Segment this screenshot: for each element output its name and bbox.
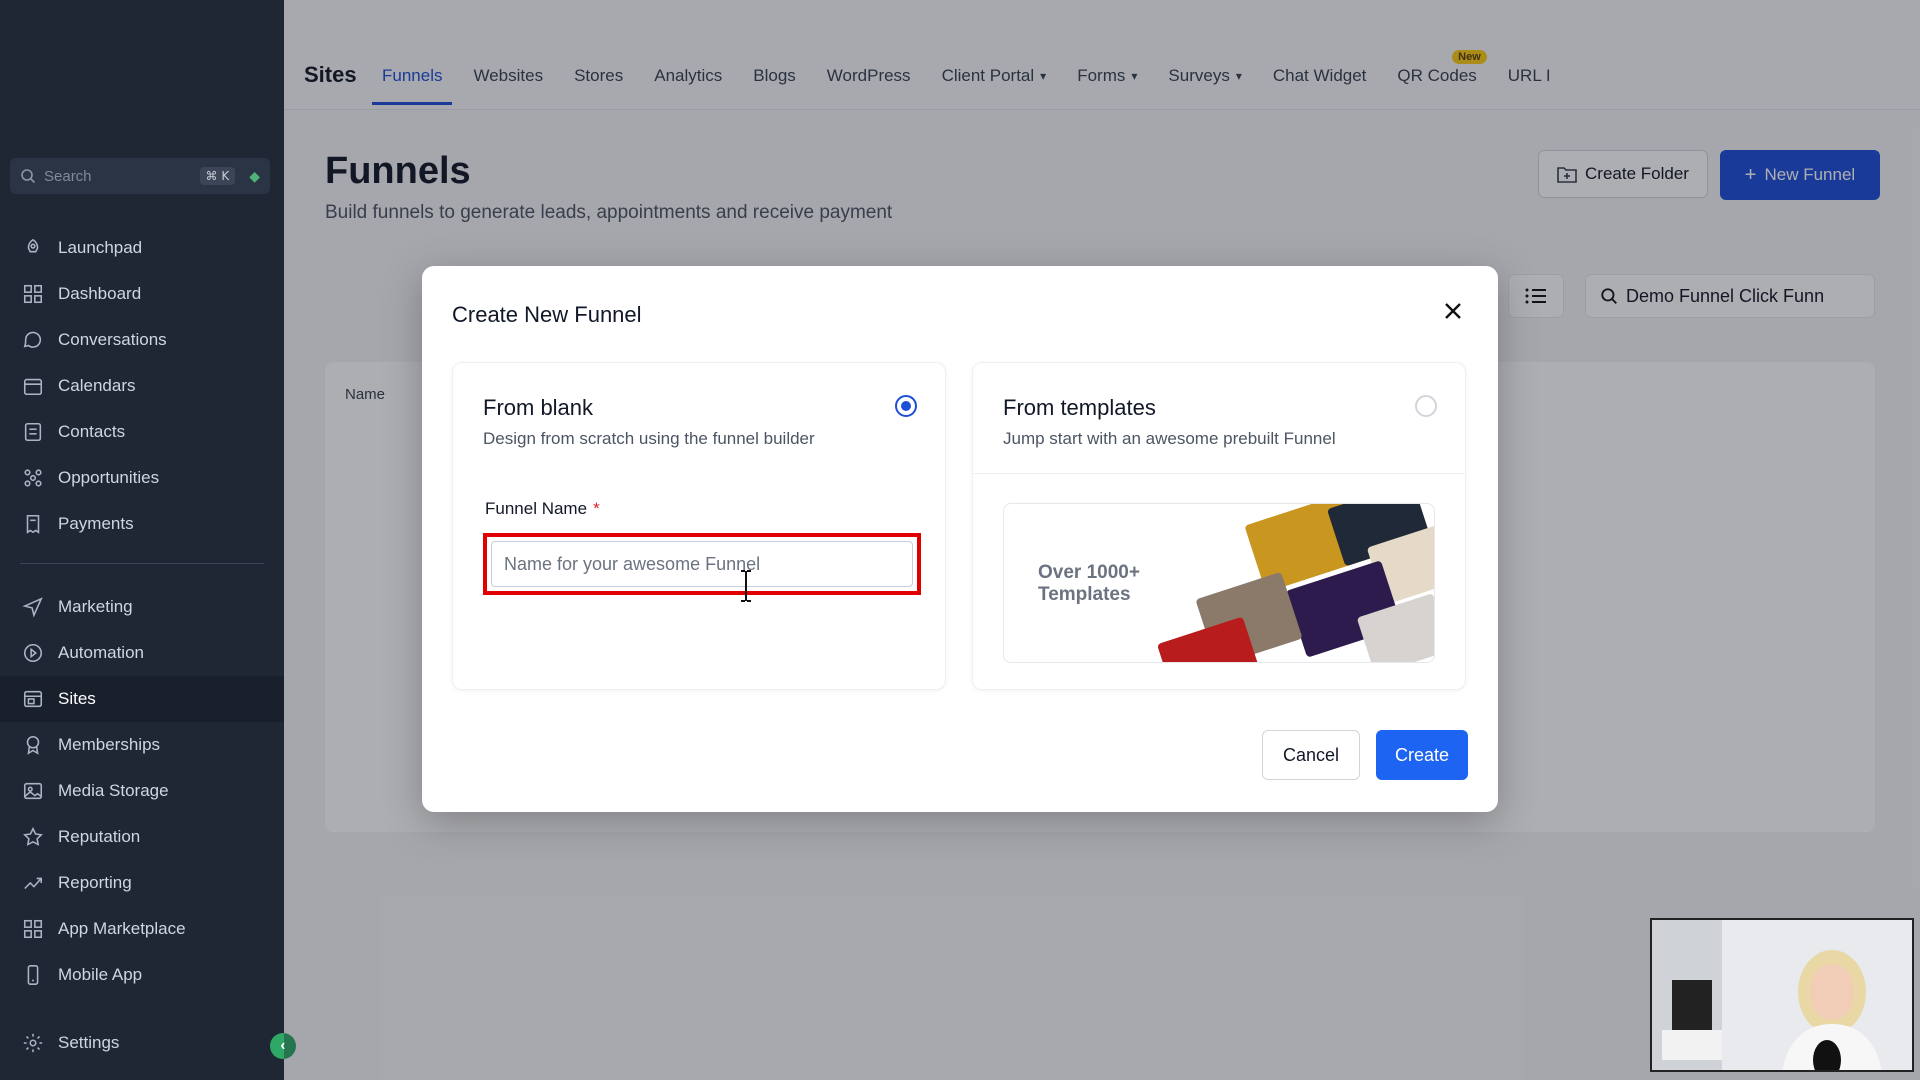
sidebar-search[interactable]: Search ⌘ K ◆	[10, 158, 270, 194]
sidebar-item-label: Sites	[58, 689, 96, 708]
chat-icon	[23, 331, 42, 348]
sidebar-item-contacts[interactable]: Contacts	[0, 409, 284, 455]
sidebar-item-reputation[interactable]: Reputation	[0, 814, 284, 860]
funnel-name-label: Funnel Name *	[485, 499, 600, 519]
sidebar-item-media-storage[interactable]: Media Storage	[0, 768, 284, 814]
sidebar-item-label: Media Storage	[58, 781, 169, 800]
funnel-name-input[interactable]	[491, 541, 913, 587]
rocket-icon	[27, 238, 39, 253]
templates-preview-image: Over 1000+ Templates	[1003, 503, 1435, 663]
automation-icon	[23, 643, 43, 663]
sparkle-icon[interactable]: ◆	[249, 168, 260, 185]
sidebar-item-label: Marketing	[58, 597, 133, 616]
sidebar-item-label: Launchpad	[58, 238, 143, 257]
badge-icon	[26, 735, 40, 755]
sidebar-item-label: Conversations	[58, 330, 167, 349]
from-blank-radio[interactable]	[895, 395, 917, 417]
option-description: Design from scratch using the funnel bui…	[483, 429, 815, 448]
apps-icon	[23, 919, 43, 939]
contacts-icon	[24, 422, 42, 442]
sidebar-item-label: Settings	[58, 1033, 120, 1052]
close-button[interactable]	[1438, 296, 1468, 326]
sidebar-nav: Launchpad Dashboard Conversations Calend…	[0, 225, 284, 998]
sidebar-item-opportunities[interactable]: Opportunities	[0, 455, 284, 501]
sidebar-item-label: Automation	[58, 643, 144, 662]
sidebar-item-label: Dashboard	[58, 284, 142, 303]
mobile-icon	[27, 965, 39, 985]
from-templates-radio[interactable]	[1415, 395, 1437, 417]
calendar-icon	[23, 378, 43, 396]
option-divider	[973, 473, 1465, 474]
sidebar-item-marketing[interactable]: Marketing	[0, 584, 284, 630]
webcam-video-overlay	[1650, 918, 1914, 1072]
presenter-video-image	[1652, 920, 1912, 1070]
sidebar-item-payments[interactable]: Payments	[0, 501, 284, 547]
templates-count-text: Over 1000+	[1038, 562, 1140, 583]
cancel-button[interactable]: Cancel	[1262, 730, 1360, 780]
create-funnel-modal: Create New Funnel From blank Design from…	[422, 266, 1498, 812]
receipt-icon	[26, 514, 40, 534]
chart-line-icon	[24, 877, 43, 890]
sidebar-item-label: Opportunities	[58, 468, 160, 487]
sidebar-divider	[20, 563, 264, 564]
search-icon	[21, 169, 36, 184]
modal-title: Create New Funnel	[452, 302, 642, 327]
sidebar-item-mobile-app[interactable]: Mobile App	[0, 952, 284, 998]
option-title: From blank	[483, 395, 594, 420]
sidebar-item-label: Mobile App	[58, 965, 143, 984]
star-icon	[23, 826, 43, 846]
sidebar-item-app-marketplace[interactable]: App Marketplace	[0, 906, 284, 952]
sidebar-item-dashboard[interactable]: Dashboard	[0, 271, 284, 317]
sidebar-item-label: Payments	[58, 514, 134, 533]
sidebar-item-reporting[interactable]: Reporting	[0, 860, 284, 906]
sidebar-item-memberships[interactable]: Memberships	[0, 722, 284, 768]
opportunities-icon	[24, 469, 42, 487]
sidebar-item-label: Memberships	[58, 735, 161, 754]
option-title: From templates	[1003, 395, 1156, 420]
templates-label-text: Templates	[1038, 584, 1131, 605]
sidebar-item-label: Calendars	[58, 376, 136, 395]
templates-preview-text: Over 1000+ Templates	[1038, 562, 1178, 606]
option-description: Jump start with an awesome prebuilt Funn…	[1003, 429, 1336, 448]
sites-icon	[23, 690, 43, 708]
create-button[interactable]: Create	[1376, 730, 1468, 780]
sidebar-item-calendars[interactable]: Calendars	[0, 363, 284, 409]
sidebar-item-label: Contacts	[58, 422, 126, 441]
search-shortcut-badge: ⌘ K	[199, 167, 236, 185]
sidebar-item-label: Reporting	[58, 873, 132, 892]
sidebar-item-label: App Marketplace	[58, 919, 186, 938]
sidebar: Search ⌘ K ◆ Launchpad Dashboard Convers…	[0, 0, 284, 1080]
sidebar-search-placeholder: Search	[44, 167, 92, 185]
close-icon	[1445, 303, 1461, 319]
highlight-box	[483, 533, 921, 595]
sidebar-settings: Settings	[0, 1020, 284, 1066]
from-templates-option[interactable]: From templates Jump start with an awesom…	[972, 362, 1466, 690]
gear-icon	[23, 1033, 43, 1053]
text-cursor-icon	[741, 570, 751, 602]
required-mark: *	[593, 499, 600, 518]
send-icon	[22, 597, 43, 618]
sidebar-item-sites[interactable]: Sites	[0, 676, 284, 722]
sidebar-item-automation[interactable]: Automation	[0, 630, 284, 676]
sidebar-item-launchpad[interactable]: Launchpad	[0, 225, 284, 271]
sidebar-item-settings[interactable]: Settings	[0, 1020, 284, 1066]
funnel-name-label-text: Funnel Name	[485, 499, 588, 518]
from-blank-option[interactable]: From blank Design from scratch using the…	[452, 362, 946, 690]
grid-icon	[23, 284, 43, 304]
sidebar-item-label: Reputation	[58, 827, 141, 846]
sidebar-item-conversations[interactable]: Conversations	[0, 317, 284, 363]
image-icon	[23, 782, 43, 800]
